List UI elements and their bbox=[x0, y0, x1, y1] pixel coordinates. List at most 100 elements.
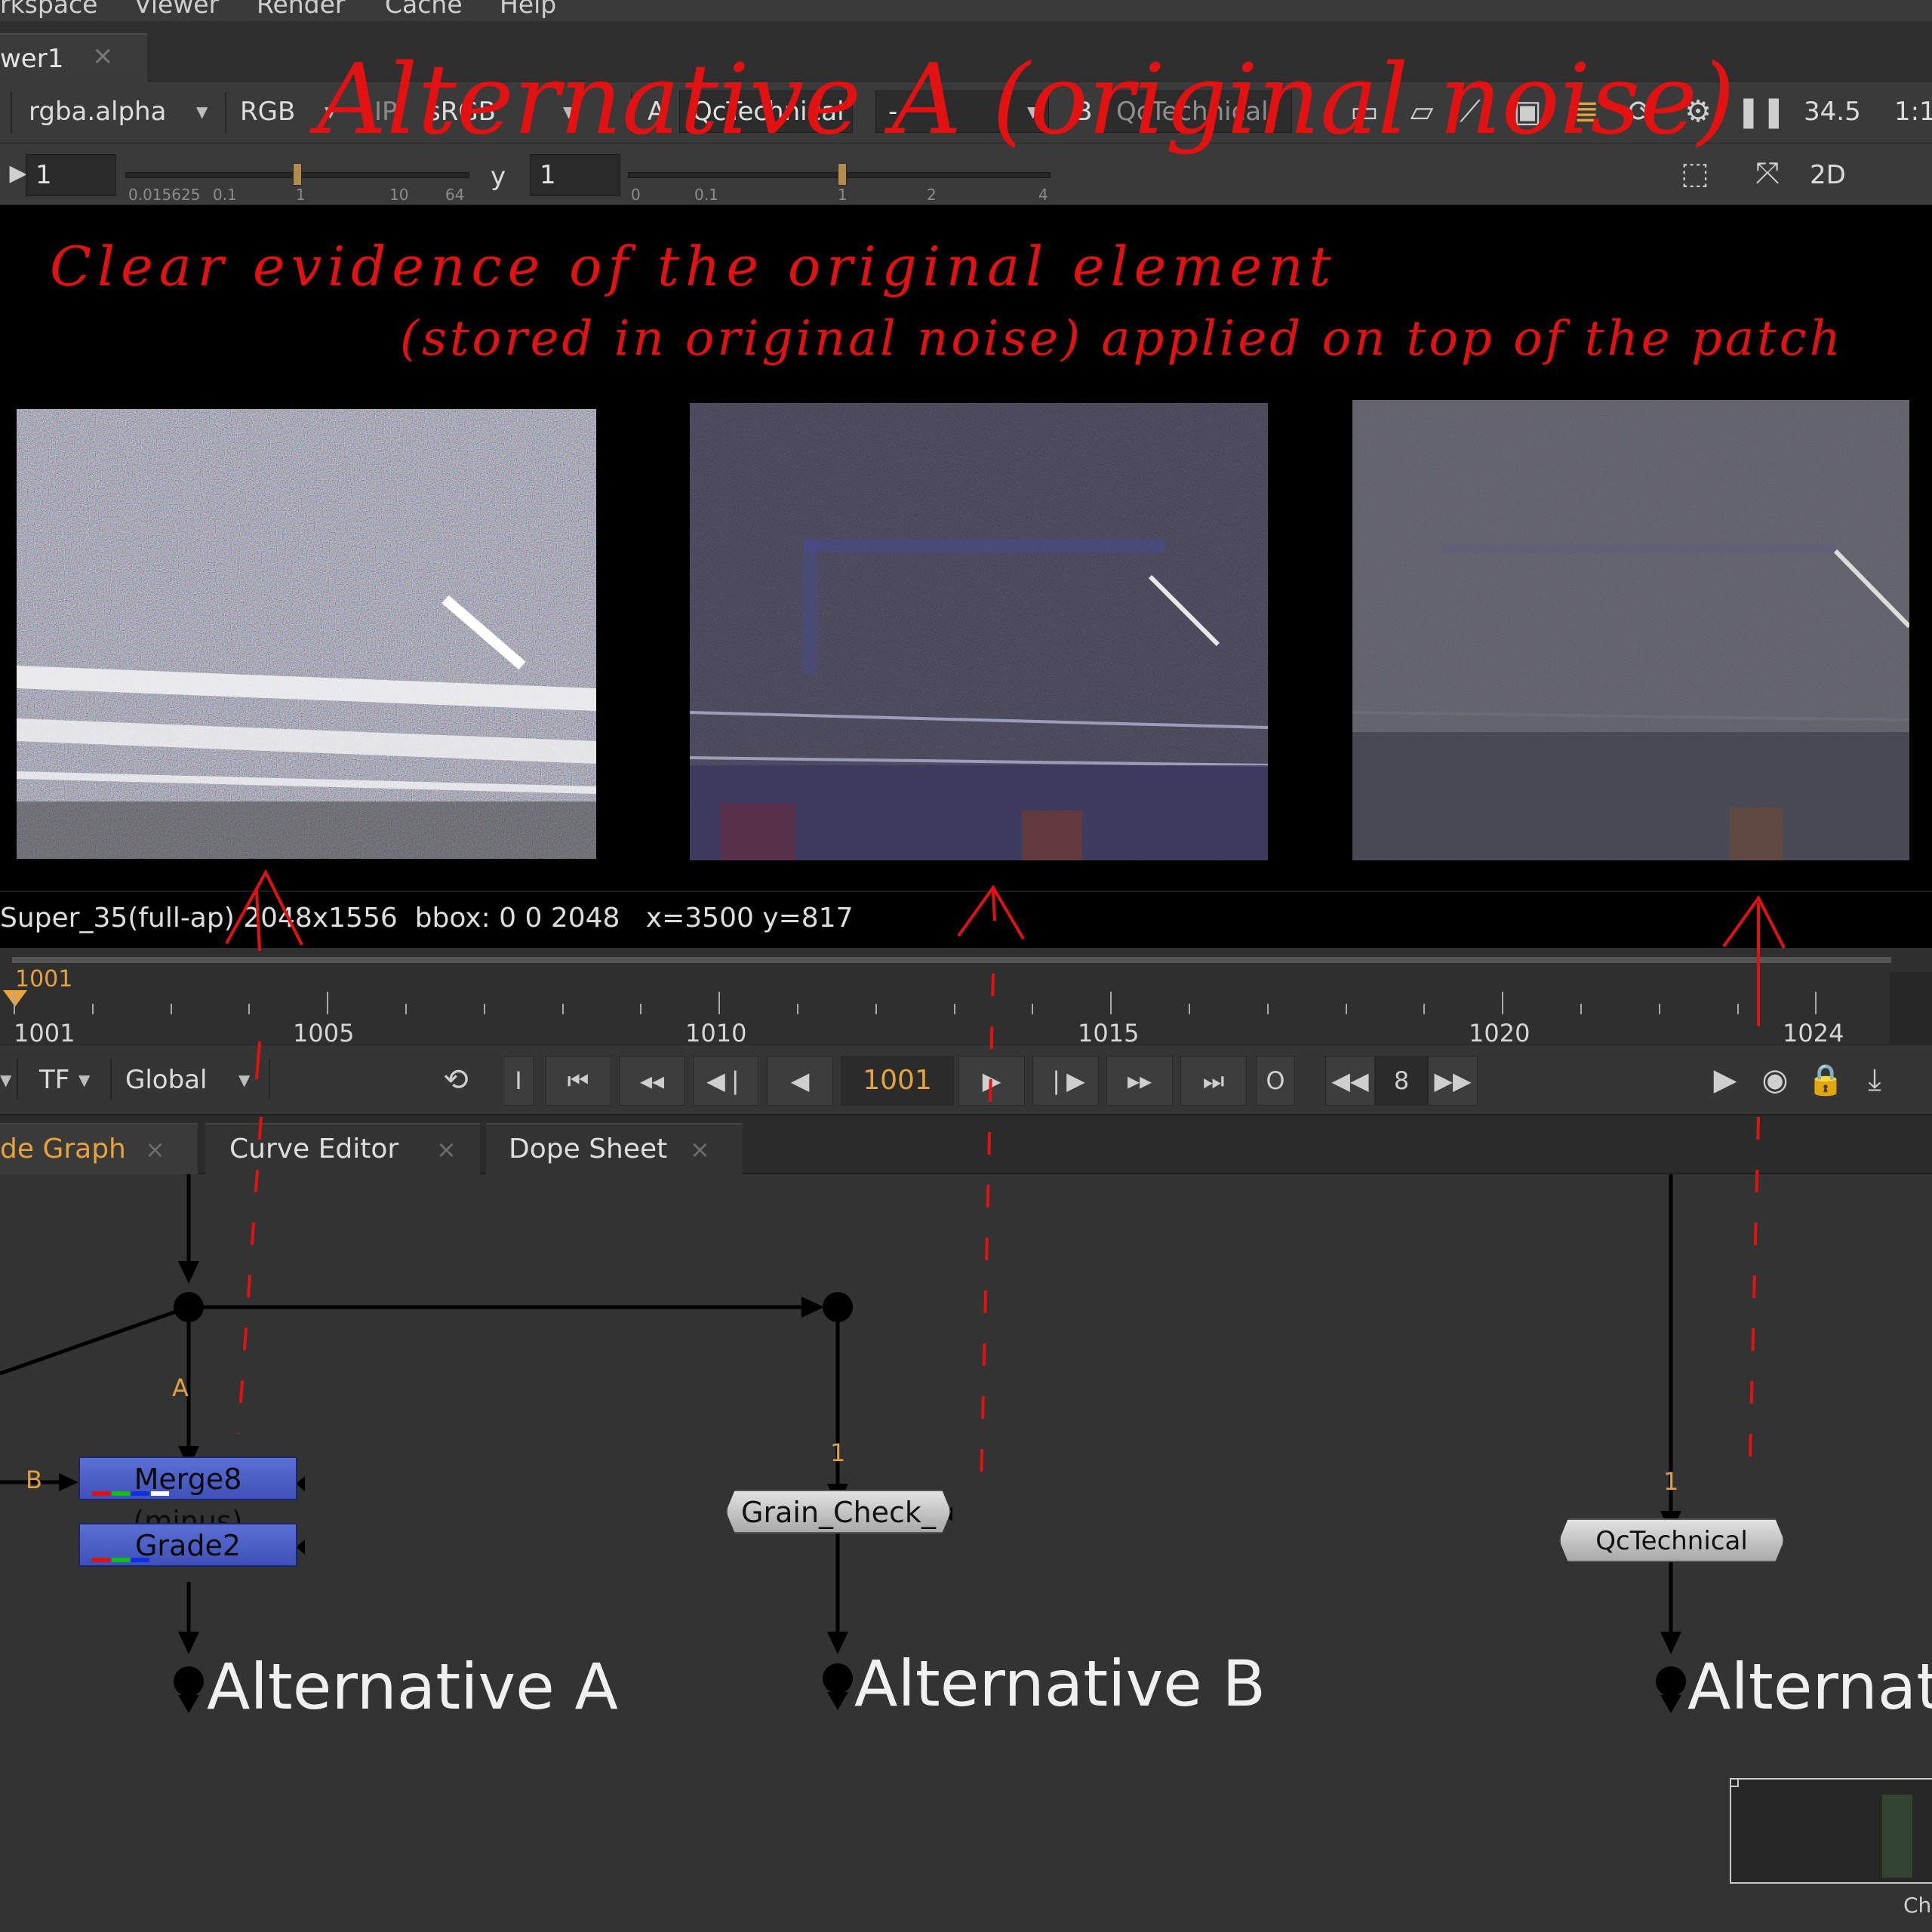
divider bbox=[17, 1059, 18, 1100]
noise-image-3 bbox=[1352, 400, 1909, 860]
node-graph-minimap[interactable]: Ch bbox=[1730, 1778, 1932, 1918]
chevron-down-icon: ▼ bbox=[78, 1071, 91, 1089]
refresh-icon[interactable]: ⟳ bbox=[1623, 94, 1659, 130]
input-b-dropdown[interactable]: QcTechnical bbox=[1103, 91, 1292, 133]
port-b-label: B bbox=[26, 1466, 42, 1494]
tab-curve-editor[interactable]: Curve Editor × bbox=[205, 1123, 480, 1174]
close-icon[interactable]: × bbox=[436, 1124, 457, 1174]
color-dropdown[interactable]: RGB ▼ bbox=[240, 91, 338, 133]
input-b-label: B bbox=[1075, 97, 1093, 127]
timeline-tick bbox=[483, 1004, 485, 1014]
close-icon[interactable]: × bbox=[690, 1124, 710, 1174]
fast-forward-icon: ▶▶ bbox=[1434, 1066, 1472, 1095]
timeline-tick bbox=[14, 992, 15, 1014]
input-a-label: A bbox=[648, 97, 666, 127]
gain-input[interactable]: 1 bbox=[26, 154, 116, 196]
out-point-button[interactable]: O bbox=[1256, 1056, 1295, 1106]
node-graph-canvas[interactable]: A B 1 1 Merge8 (minus) Grade2 Grain_Chec… bbox=[0, 1174, 1932, 1932]
monitor-icon[interactable]: ▣ bbox=[1509, 94, 1546, 130]
current-frame-field[interactable]: 1001 bbox=[841, 1056, 954, 1106]
step-back-amount-button[interactable]: ◀◀ bbox=[1325, 1056, 1375, 1106]
timeline[interactable]: 1001 1001 1005 1010 1015 1020 1024 bbox=[0, 948, 1932, 1048]
menu-workspace[interactable]: rkspace bbox=[0, 0, 98, 19]
node-grade2[interactable]: Grade2 bbox=[78, 1523, 297, 1567]
divider bbox=[110, 1059, 112, 1100]
menu-cache[interactable]: Cache bbox=[385, 0, 463, 19]
timeline-label: 1024 bbox=[1783, 1019, 1844, 1048]
close-icon[interactable]: × bbox=[145, 1124, 165, 1174]
record-icon[interactable]: ◉ bbox=[1757, 1062, 1793, 1098]
node-merge8[interactable]: Merge8 (minus) bbox=[78, 1457, 297, 1538]
gamma-slider-handle[interactable] bbox=[838, 163, 847, 186]
gain-slider-handle[interactable] bbox=[293, 163, 302, 186]
first-frame-button[interactable]: ⏮ bbox=[545, 1056, 611, 1106]
loop-mode-icon[interactable]: ⟲ bbox=[438, 1062, 474, 1098]
scope-value: Global bbox=[125, 1065, 208, 1095]
gpu-icon[interactable]: ⚙ bbox=[1680, 94, 1716, 130]
viewer-canvas[interactable]: Super_35(full-ap) 2048x1556 bbox: 0 0 20… bbox=[0, 205, 1932, 960]
tf-dropdown[interactable]: TF ▼ bbox=[39, 1059, 100, 1101]
compare-operation-dropdown[interactable]: - ▼ bbox=[875, 91, 1049, 133]
close-icon[interactable]: × bbox=[92, 41, 114, 71]
menu-render[interactable]: Render bbox=[257, 0, 345, 19]
tab-dope-sheet[interactable]: Dope Sheet × bbox=[486, 1123, 743, 1174]
gamma-slider[interactable]: 0 0.1 1 2 4 bbox=[628, 152, 1051, 204]
timeline-tick bbox=[561, 1004, 564, 1014]
node-grain-check[interactable]: Grain_Check_ bbox=[726, 1490, 951, 1534]
transform-handle-icon[interactable]: ⤧ bbox=[1749, 155, 1786, 192]
gain-slider[interactable]: 0.015625 0.1 1 10 64 bbox=[125, 152, 469, 204]
playhead-icon[interactable] bbox=[3, 990, 27, 1007]
overlay-lines-icon[interactable]: ≣ bbox=[1568, 94, 1604, 130]
gamma-tick: 0 bbox=[631, 186, 641, 204]
in-point-button[interactable]: I bbox=[503, 1056, 534, 1106]
wipe-icon[interactable]: ⟋ bbox=[1452, 94, 1488, 130]
lut-dropdown[interactable]: sRGB ▼ bbox=[427, 91, 578, 133]
minimap-handle[interactable] bbox=[1730, 1778, 1739, 1787]
tab-viewer1-label: wer1 bbox=[0, 44, 64, 74]
next-frame-button[interactable]: ❘▶ bbox=[1032, 1056, 1099, 1106]
menu-help[interactable]: Help bbox=[500, 0, 556, 19]
region-select-icon[interactable]: ⬚ bbox=[1677, 155, 1713, 192]
gamma-input[interactable]: 1 bbox=[530, 154, 620, 196]
viewer-image-panel-3 bbox=[1352, 400, 1909, 860]
node-grain-check-label: Grain_Check_ bbox=[741, 1496, 936, 1529]
zoom-level[interactable]: 34.5 bbox=[1804, 91, 1887, 133]
timeline-tick bbox=[327, 992, 329, 1014]
lock-icon[interactable]: 🔒 bbox=[1807, 1062, 1844, 1098]
play-backward-button[interactable]: ◀ bbox=[767, 1056, 833, 1106]
viewer-info-divider bbox=[0, 891, 1932, 892]
format-info: Super_35(full-ap) 2048x1556 bbox=[0, 903, 398, 934]
last-frame-icon: ⏭ bbox=[1202, 1066, 1225, 1095]
pause-icon[interactable]: ❚❚ bbox=[1736, 94, 1786, 130]
tab-viewer1[interactable]: wer1 × bbox=[0, 33, 147, 82]
timeline-tick bbox=[640, 1004, 642, 1014]
cursor-coords: x=3500 y=817 bbox=[645, 903, 854, 934]
prev-keyframe-button[interactable]: ◂◂ bbox=[619, 1056, 685, 1106]
step-forward-amount-button[interactable]: ▶▶ bbox=[1428, 1056, 1478, 1106]
flipbook-icon[interactable]: ▶ bbox=[1707, 1062, 1743, 1098]
timeline-tick bbox=[170, 1004, 172, 1014]
tab-node-graph[interactable]: de Graph × bbox=[0, 1123, 198, 1174]
viewer-toolbar: rgba.alpha ▼ RGB ▼ IP sRGB ▼ A QcTechnic… bbox=[0, 82, 1932, 143]
timeline-scrollbar[interactable] bbox=[12, 957, 1891, 963]
last-frame-button[interactable]: ⏭ bbox=[1180, 1056, 1247, 1106]
node-qctechnical[interactable]: QcTechnical bbox=[1559, 1518, 1784, 1562]
play-forward-button[interactable]: ▶ bbox=[958, 1056, 1025, 1106]
chevron-down-icon: ▼ bbox=[563, 103, 575, 121]
step-forward-icon: ❘▶ bbox=[1046, 1066, 1085, 1095]
pixel-ratio[interactable]: 1:1 bbox=[1894, 91, 1932, 133]
view-mode-dropdown[interactable]: 2D bbox=[1810, 154, 1863, 196]
prev-frame-button[interactable]: ◀❘ bbox=[693, 1056, 759, 1106]
roi-icon[interactable]: ▭ bbox=[1346, 94, 1383, 130]
export-icon[interactable]: ⤓ bbox=[1857, 1062, 1893, 1098]
proxy-toggle[interactable]: IP bbox=[374, 91, 412, 133]
chevron-down-icon[interactable]: ▼ bbox=[0, 1059, 15, 1101]
scope-dropdown[interactable]: Global ▼ bbox=[125, 1059, 254, 1101]
step-amount-field[interactable]: 8 bbox=[1375, 1056, 1428, 1106]
gain-tick: 0.015625 bbox=[128, 186, 201, 204]
channels-dropdown[interactable]: rgba.alpha ▼ bbox=[29, 91, 217, 133]
paint-icon[interactable]: ▱ bbox=[1404, 94, 1440, 130]
menu-viewer[interactable]: Viewer bbox=[134, 0, 219, 19]
next-keyframe-button[interactable]: ▸▸ bbox=[1106, 1056, 1173, 1106]
input-a-dropdown[interactable]: QcTechnical bbox=[679, 91, 853, 133]
